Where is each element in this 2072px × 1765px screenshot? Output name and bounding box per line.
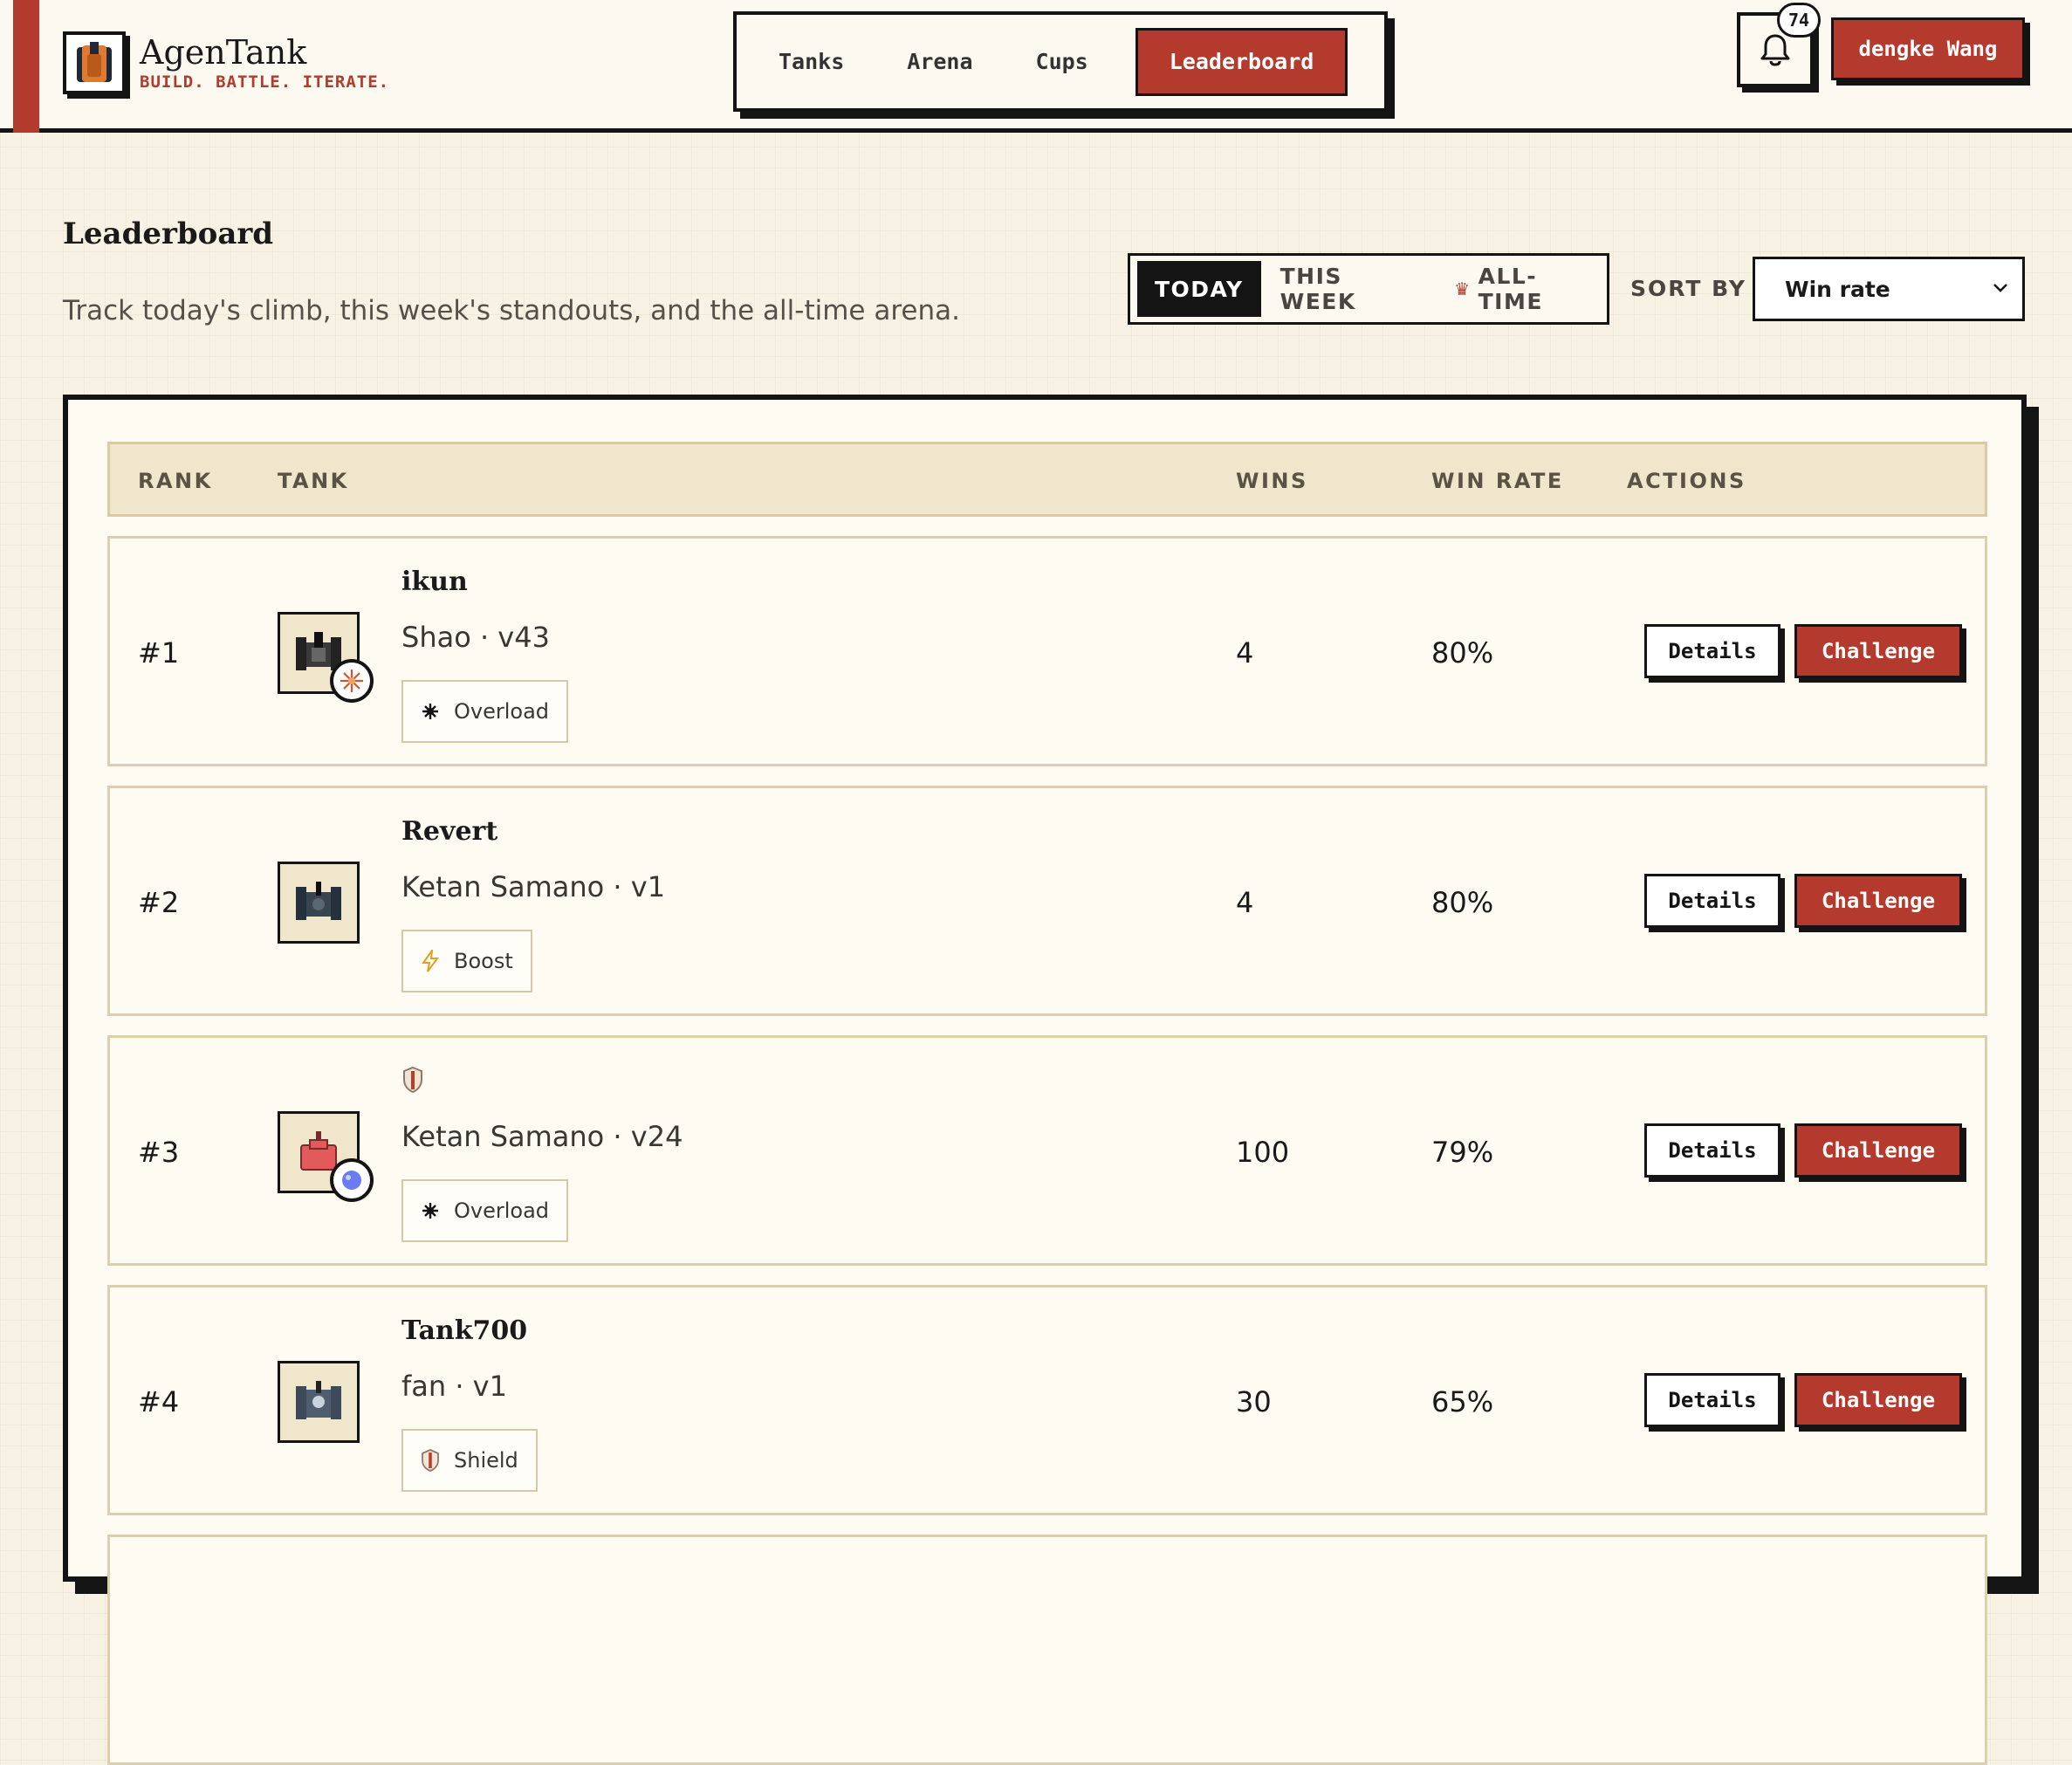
header-actions: ACTIONS bbox=[1627, 469, 1746, 493]
tank-badge bbox=[330, 1158, 374, 1202]
details-button[interactable]: Details bbox=[1644, 1123, 1780, 1178]
table-row: #3 Ketan Samano · v24 Overload 100 79% D… bbox=[107, 1035, 1987, 1266]
shield-icon bbox=[421, 1449, 440, 1472]
table-row: #1 ikun Shao · v43 Overload 4 80% Detail… bbox=[107, 536, 1987, 766]
table-row: #4 Tank700 fan · v1 Shield 30 65% Detail… bbox=[107, 1285, 1987, 1515]
ability-tag: Boost bbox=[401, 930, 532, 992]
table-row bbox=[107, 1535, 1987, 1765]
user-menu-button[interactable]: dengke Wang bbox=[1831, 17, 2025, 80]
tank-avatar[interactable] bbox=[278, 1361, 360, 1443]
tank-owner: Ketan Samano · v1 bbox=[401, 870, 666, 903]
bell-icon bbox=[1760, 34, 1790, 66]
table-row: #2 Revert Ketan Samano · v1 Boost 4 80% … bbox=[107, 786, 1987, 1016]
challenge-button[interactable]: Challenge bbox=[1794, 1123, 1962, 1178]
brand-name: AgenTank bbox=[140, 33, 307, 72]
wins: 4 bbox=[1236, 886, 1254, 919]
header-wins: WINS bbox=[1236, 469, 1308, 493]
win-rate: 80% bbox=[1431, 636, 1494, 670]
tank-name: Revert bbox=[401, 816, 498, 847]
rank: #2 bbox=[138, 886, 180, 919]
rank: #1 bbox=[138, 636, 180, 670]
burst-icon bbox=[421, 702, 440, 721]
nav-tanks[interactable]: Tanks bbox=[747, 28, 875, 96]
ability-label: Boost bbox=[454, 949, 513, 973]
period-toggle: TODAY THIS WEEK ♛ ALL-TIME bbox=[1128, 253, 1609, 325]
challenge-button[interactable]: Challenge bbox=[1794, 1373, 1962, 1427]
brand[interactable]: AgenTank BUILD. BATTLE. ITERATE. bbox=[63, 31, 389, 94]
details-button[interactable]: Details bbox=[1644, 874, 1780, 928]
win-rate: 80% bbox=[1431, 886, 1494, 919]
wins: 30 bbox=[1236, 1385, 1272, 1418]
rank: #4 bbox=[138, 1385, 180, 1418]
page-title: Leaderboard bbox=[63, 216, 274, 251]
tank-owner: fan · v1 bbox=[401, 1370, 507, 1403]
win-rate: 79% bbox=[1431, 1136, 1494, 1169]
sort-selected-value: Win rate bbox=[1785, 276, 1890, 302]
details-button[interactable]: Details bbox=[1644, 1373, 1780, 1427]
sort-by-label: SORT BY bbox=[1630, 276, 1746, 301]
period-all-time-label: ALL-TIME bbox=[1478, 264, 1543, 314]
lightning-icon bbox=[421, 950, 440, 972]
nav-arena[interactable]: Arena bbox=[875, 28, 1004, 96]
ability-label: Overload bbox=[454, 699, 550, 724]
shield-icon bbox=[401, 1066, 424, 1097]
period-all-time[interactable]: ♛ ALL-TIME bbox=[1435, 261, 1607, 317]
nav-cups[interactable]: Cups bbox=[1005, 28, 1120, 96]
ability-tag: Shield bbox=[401, 1429, 538, 1492]
challenge-button[interactable]: Challenge bbox=[1794, 624, 1962, 678]
details-button[interactable]: Details bbox=[1644, 624, 1780, 678]
brand-stripe bbox=[13, 0, 39, 133]
header-rank: RANK bbox=[138, 469, 213, 493]
period-today[interactable]: TODAY bbox=[1137, 261, 1261, 317]
win-rate: 65% bbox=[1431, 1385, 1494, 1418]
rank: #3 bbox=[138, 1136, 180, 1169]
wins: 100 bbox=[1236, 1136, 1290, 1169]
tank-avatar[interactable] bbox=[278, 862, 360, 944]
tank-icon bbox=[296, 882, 341, 920]
tank-logo-icon bbox=[77, 42, 112, 82]
ability-label: Shield bbox=[454, 1448, 518, 1473]
sort-select[interactable]: Win rate bbox=[1753, 257, 2025, 321]
nav-leaderboard[interactable]: Leaderboard bbox=[1135, 27, 1348, 96]
chevron-down-icon bbox=[1993, 284, 2007, 292]
ability-tag: Overload bbox=[401, 680, 569, 743]
tank-icon bbox=[296, 1381, 341, 1419]
header-tank: TANK bbox=[278, 469, 349, 493]
period-this-week[interactable]: THIS WEEK bbox=[1261, 261, 1436, 317]
notification-count-badge: 74 bbox=[1777, 3, 1821, 38]
crown-icon: ♛ bbox=[1454, 278, 1472, 299]
ability-label: Overload bbox=[454, 1198, 550, 1223]
sunburst-icon bbox=[340, 670, 363, 692]
burst-icon bbox=[421, 1201, 440, 1220]
challenge-button[interactable]: Challenge bbox=[1794, 874, 1962, 928]
wins: 4 bbox=[1236, 636, 1254, 670]
leaderboard-panel: RANK TANK WINS WIN RATE ACTIONS #1 ikun … bbox=[63, 395, 2027, 1765]
tank-owner: Ketan Samano · v24 bbox=[401, 1120, 683, 1153]
table-header: RANK TANK WINS WIN RATE ACTIONS bbox=[107, 442, 1987, 517]
brand-tagline: BUILD. BATTLE. ITERATE. bbox=[140, 72, 390, 92]
orb-icon bbox=[342, 1171, 361, 1190]
tank-name: ikun bbox=[401, 567, 468, 597]
ability-tag: Overload bbox=[401, 1179, 569, 1242]
page-subtitle: Track today's climb, this week's standou… bbox=[63, 295, 960, 326]
tank-owner: Shao · v43 bbox=[401, 621, 550, 654]
tank-name: Tank700 bbox=[401, 1315, 528, 1346]
main-nav: Tanks Arena Cups Leaderboard bbox=[733, 11, 1388, 112]
header-win-rate: WIN RATE bbox=[1431, 469, 1564, 493]
top-bar: AgenTank BUILD. BATTLE. ITERATE. Tanks A… bbox=[0, 0, 2072, 133]
tank-badge bbox=[330, 659, 374, 703]
logo bbox=[63, 31, 126, 94]
